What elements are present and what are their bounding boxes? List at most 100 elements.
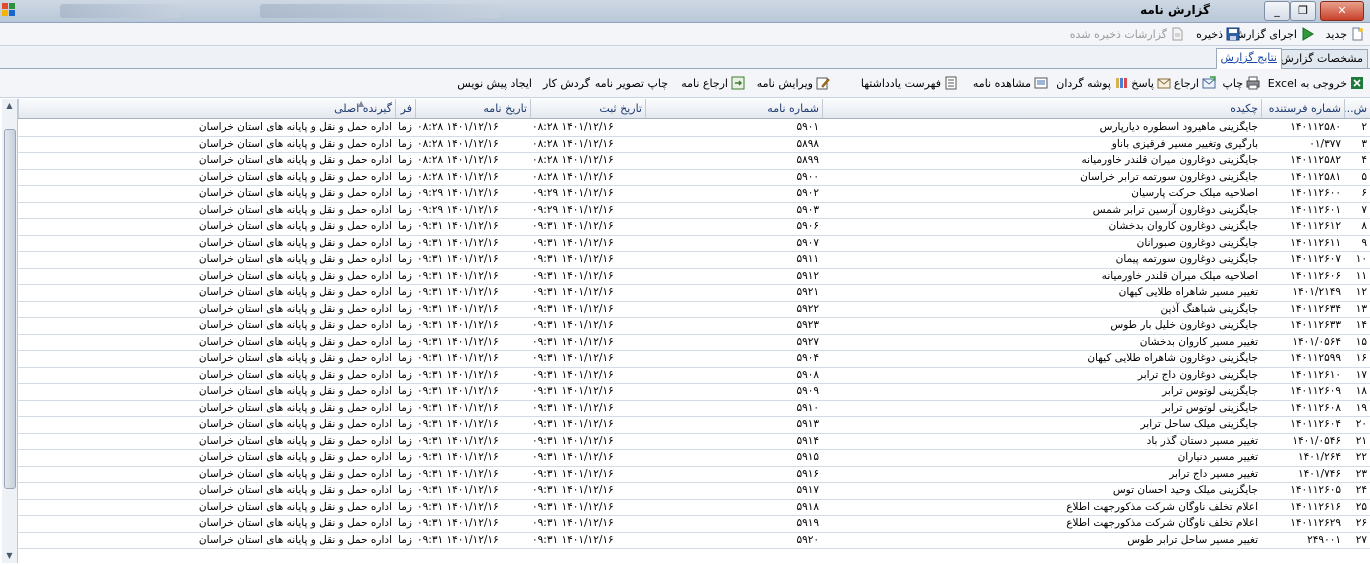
table-row[interactable]: ۹ ۱۴۰۱۱۲۶۱۱ جایگزینی دوغارون صبورانان ۵۹۰۷ ۱… (18, 235, 1370, 252)
scroll-down-icon[interactable]: ▼ (2, 549, 17, 563)
cell-letter-number: ۵۸۹۸ (796, 137, 819, 150)
col-header-summary[interactable]: چکیده (822, 99, 1261, 118)
refer-letter-button[interactable]: ارجاع نامه (681, 75, 745, 91)
new-button[interactable]: جدید (1326, 26, 1364, 42)
cell-register-date: ۱۴۰۱/۱۲/۱۶ ۰۹:۳۱ (532, 517, 614, 529)
col-header-from[interactable]: فر (395, 99, 415, 118)
table-row[interactable]: ۷ ۱۴۰۱۱۲۶۰۱ جایگزینی دوغارون آرسین ترابر ش… (18, 202, 1370, 219)
cell-sender-number: ۱۴۰۱۱۲۵۸۰ (1290, 121, 1341, 133)
cell-from: زما (398, 484, 412, 496)
minimize-button[interactable]: _ (1264, 1, 1290, 21)
cell-main-recipient: اداره حمل و نقل و پایانه های استان خراسا… (198, 154, 392, 166)
table-row[interactable]: ۱۷ ۱۴۰۱۱۲۶۱۰ جایگزینی دوغارون داج ترابر ۵۹۰… (18, 367, 1370, 384)
table-row[interactable]: ۵ ۱۴۰۱۱۲۵۸۱ جایگزینی دوغارون سورتمه ترابر … (18, 169, 1370, 186)
create-draft-button[interactable]: ایجاد پیش نویس (457, 75, 532, 91)
cell-row-number: ۶ (1361, 187, 1367, 199)
table-row[interactable]: ۲۲ ۱۴۰۱/۲۶۴ تغییر مسیر دنیاران ۵۹۱۵ ۱۴۰۱/۱۲/… (18, 449, 1370, 467)
table-row[interactable]: ۲۰ ۱۴۰۱۱۲۶۰۴ جایگزینی میلک ساحل ترابر ۵۹۱۳ ۱… (18, 416, 1370, 434)
col-header-letter-date[interactable]: تاریخ نامه (415, 99, 530, 118)
table-row[interactable]: ۲۴ ۱۴۰۱۱۲۶۰۵ جایگزینی میلک وحید احسان توس ۵… (18, 482, 1370, 500)
cell-sender-number: ۱۴۰۱۱۲۶۰۸ (1290, 401, 1341, 414)
cell-letter-date: ۱۴۰۱/۱۲/۱۶ ۰۹:۳۱ (417, 451, 499, 463)
table-row[interactable]: ۱۹ ۱۴۰۱۱۲۶۰۸ جایگزینی لوتوس ترابر ۵۹۱۰ ۱۴۰۱/… (18, 400, 1370, 417)
table-row[interactable]: ۱۳ ۱۴۰۱۱۲۶۳۴ جایگزینی شباهنگ آذین ۵۹۲۲ ۱۴۰۱/… (18, 301, 1370, 318)
table-row[interactable]: ۱۱ ۱۴۰۱۱۲۶۰۶ اصلاحیه میلک میران قلندر خاور… (18, 268, 1370, 285)
table-row[interactable]: ۱۰ ۱۴۰۱۱۲۶۰۷ جایگزینی دوغارون سورتمه پیمان… (18, 251, 1370, 269)
cell-from: زما (398, 352, 412, 364)
cell-main-recipient: اداره حمل و نقل و پایانه های استان خراسا… (198, 335, 392, 348)
table-row[interactable]: ۴ ۱۴۰۱۱۲۵۸۲ جایگزینی دوغارون میران قلندر خ… (18, 152, 1370, 170)
cell-row-number: ۹ (1361, 236, 1367, 249)
excel-export-button[interactable]: خروجی به Excel (1268, 75, 1364, 91)
cell-letter-number: ۵۹۱۰ (796, 401, 819, 414)
cell-letter-date: ۱۴۰۱/۱۲/۱۶ ۰۹:۳۱ (417, 484, 499, 496)
table-row[interactable]: ۳ ۰۱/۳۷۷ بارگیری وتغییر مسیر فرقیزی باناو ۵… (18, 136, 1370, 153)
cell-sender-number: ۱۴۰۱/۷۴۶ (1297, 467, 1341, 480)
refer-letter-label: ارجاع نامه (681, 76, 728, 90)
scrollbar-thumb[interactable] (4, 129, 16, 489)
edit-letter-button[interactable]: ویرایش نامه (757, 75, 830, 91)
table-row[interactable]: ۱۵ ۱۴۰۱/۰۵۶۴ تغییر مسیر کاروان بدخشان ۵۹۲۷ ۱… (18, 334, 1370, 351)
cell-letter-date: ۱۴۰۱/۱۲/۱۶ ۰۸:۲۸ (417, 137, 499, 150)
col-header-sender-number[interactable]: شماره فرستنده (1261, 99, 1344, 118)
maximize-button[interactable]: ❐ (1290, 1, 1316, 21)
table-row[interactable]: ۶ ۱۴۰۱۱۲۶۰۰ اصلاحیه میلک حرکت پارسیان ۵۹۰۲ ۱… (18, 185, 1370, 203)
cell-summary: جایگزینی میلک وحید احسان توس (1112, 484, 1258, 496)
cell-from: زما (398, 269, 412, 282)
saved-reports-button[interactable]: گزارشات ذخیره شده (1070, 26, 1184, 42)
view-letter-button[interactable]: مشاهده نامه (973, 75, 1048, 91)
scroll-up-icon[interactable]: ▲ (2, 99, 17, 113)
col-header-register-date[interactable]: تاریخ ثبت (530, 99, 645, 118)
cell-row-number: ۱۳ (1355, 302, 1367, 315)
table-row[interactable]: ۱۸ ۱۴۰۱۱۲۶۰۹ جایگزینی لوتوس ترابر ۵۹۰۹ ۱۴۰۱/… (18, 383, 1370, 401)
tab-report-results[interactable]: نتایج گزارش (1215, 48, 1282, 69)
cell-letter-number: ۵۹۱۲ (796, 269, 819, 282)
cell-sender-number: ۱۴۰۱۱۲۶۱۰ (1290, 368, 1341, 381)
cell-letter-number: ۵۹۱۱ (796, 253, 819, 265)
cell-from: زما (398, 154, 412, 166)
save-icon (1226, 27, 1240, 41)
cell-from: زما (398, 335, 412, 348)
folder-circulation-button[interactable]: پوشه گردان (1056, 75, 1128, 91)
col-header-letter-number[interactable]: شماره نامه (645, 99, 822, 118)
cell-register-date: ۱۴۰۱/۱۲/۱۶ ۰۹:۲۹ (532, 203, 614, 216)
run-report-label: اجرای گزارش (1232, 27, 1297, 41)
cell-row-number: ۸ (1361, 220, 1367, 232)
table-row[interactable]: ۲۷ ۲۴۹۰۰۱ تغییر مسیر ساحل ترابر طوس ۵۹۲۰ ۱۴۰… (18, 532, 1370, 549)
print-button[interactable]: چاپ (1222, 75, 1260, 91)
cell-row-number: ۲۵ (1355, 500, 1367, 513)
cell-main-recipient: اداره حمل و نقل و پایانه های استان خراسا… (198, 170, 392, 183)
vertical-scrollbar[interactable]: ▲ ▼ (2, 99, 18, 563)
cell-letter-date: ۱۴۰۱/۱۲/۱۶ ۰۹:۳۱ (417, 253, 499, 265)
notes-list-button[interactable]: فهرست یادداشتها (861, 75, 958, 91)
sort-arrow-icon: ▲ (358, 99, 365, 108)
close-button[interactable]: ✕ (1320, 1, 1364, 21)
cell-from: زما (398, 302, 412, 315)
table-row[interactable]: ۸ ۱۴۰۱۱۲۶۱۲ جایگزینی دوغارون کاروان بدخشان… (18, 218, 1370, 236)
col-header-row-number[interactable]: ش... (1344, 99, 1370, 118)
tab-report-spec[interactable]: مشخصات گزارش (1275, 49, 1368, 68)
excel-icon (1350, 76, 1364, 90)
refer-button[interactable]: ارجاع (1174, 75, 1216, 91)
print-image-button[interactable]: چاپ تصویر نامه (595, 75, 668, 91)
table-row[interactable]: ۱۶ ۱۴۰۱۱۲۵۹۹ جایگزینی دوغارون شاهراه طلایی… (18, 350, 1370, 368)
table-row[interactable]: ۲۳ ۱۴۰۱/۷۴۶ تغییر مسیر داج ترابر ۵۹۱۶ ۱۴۰۱/۱… (18, 466, 1370, 483)
save-button[interactable]: ذخیره (1196, 26, 1240, 42)
table-row[interactable]: ۲۵ ۱۴۰۱۱۲۶۱۶ اعلام تخلف ناوگان شرکت مذکورج… (18, 499, 1370, 516)
cell-register-date: ۱۴۰۱/۱۲/۱۶ ۰۹:۳۱ (532, 451, 614, 463)
col-header-main-recipient[interactable]: گیرنده اصلی (18, 99, 395, 118)
table-row[interactable]: ۱۲ ۱۴۰۱/۲۱۴۹ تغییر مسیر شاهراه طلایی کیهان… (18, 284, 1370, 302)
cell-register-date: ۱۴۰۱/۱۲/۱۶ ۰۹:۳۱ (532, 418, 614, 430)
cell-from: زما (398, 517, 412, 529)
run-report-button[interactable]: اجرای گزارش (1233, 26, 1314, 42)
reply-button[interactable]: پاسخ (1131, 75, 1171, 91)
cell-from: زما (398, 500, 412, 513)
table-row[interactable]: ۲۶ ۱۴۰۱۱۲۶۲۹ اعلام تخلف ناوگان شرکت مذکورج… (18, 515, 1370, 533)
table-row[interactable]: ۱۴ ۱۴۰۱۱۲۶۳۳ جایگزینی دوغارون خلیل بار طوس… (18, 317, 1370, 335)
table-row[interactable]: ۲ ۱۴۰۱۱۲۵۸۰ جایگزینی ماهیرود اسطوره دیارپا… (18, 119, 1370, 137)
table-row[interactable]: ۲۱ ۱۴۰۱/۰۵۴۶ تغییر مسیر دستان گذر باد ۵۹۱۴ ۱… (18, 433, 1370, 450)
cell-from: زما (398, 220, 412, 232)
cell-from: زما (398, 203, 412, 216)
cell-row-number: ۴ (1361, 154, 1367, 166)
workflow-button[interactable]: گردش کار (543, 75, 590, 91)
